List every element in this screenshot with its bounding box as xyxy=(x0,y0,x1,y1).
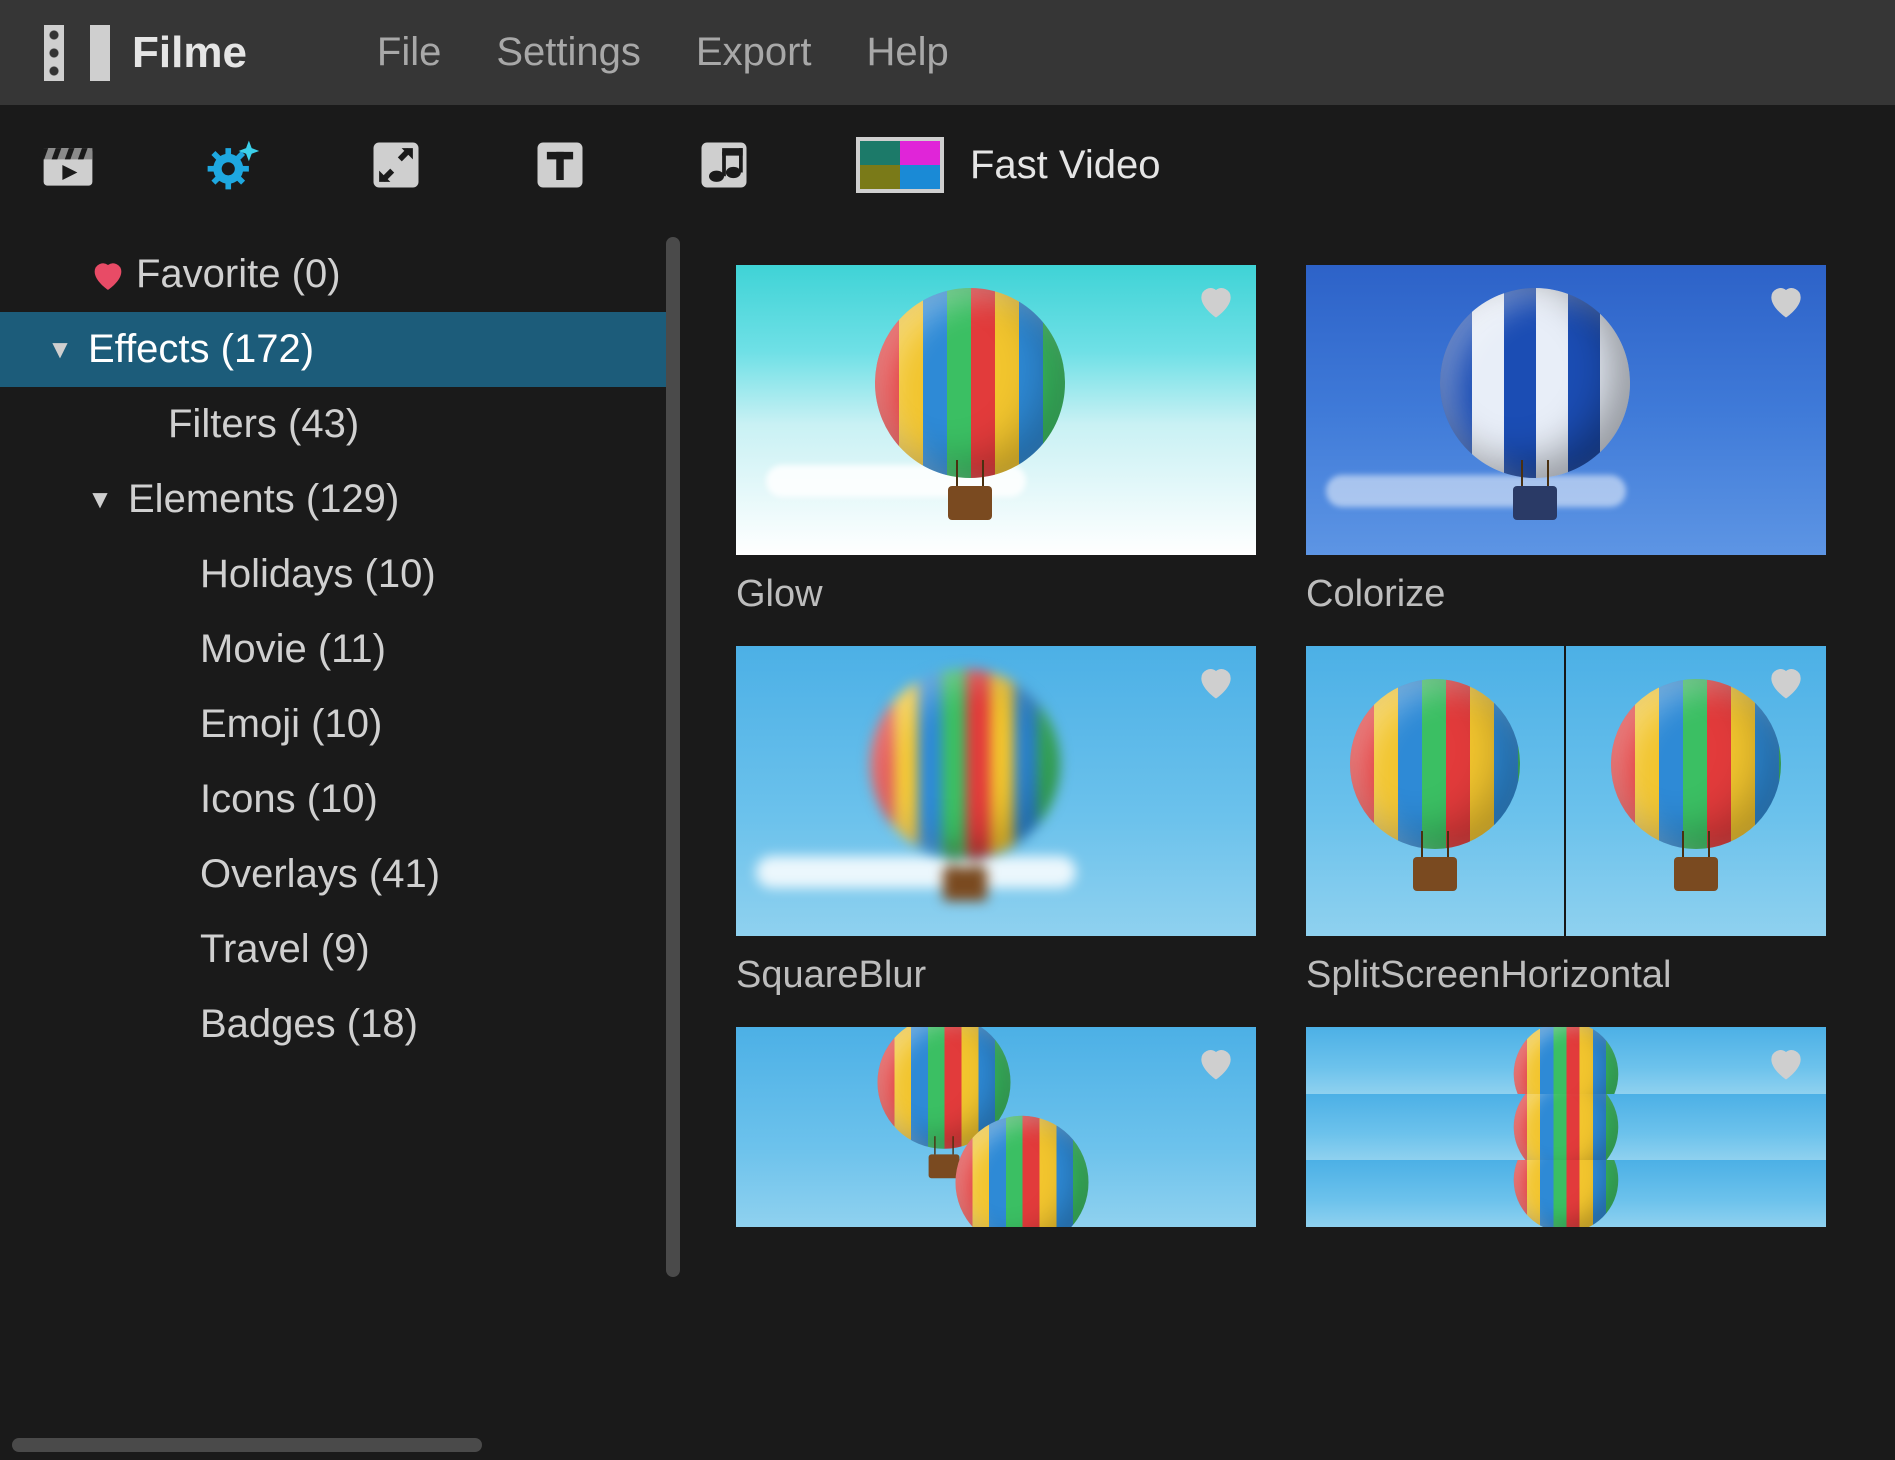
effect-card-partial-1[interactable] xyxy=(736,1027,1256,1227)
chevron-down-icon: ▼ xyxy=(80,484,120,515)
sidebar-item-movie[interactable]: Movie (11) xyxy=(0,612,680,687)
transitions-button[interactable] xyxy=(364,133,428,197)
sidebar-item-effects[interactable]: ▼ Effects (172) xyxy=(0,312,680,387)
effect-label: SquareBlur xyxy=(736,954,1256,997)
fast-video-button[interactable]: Fast Video xyxy=(856,137,1161,193)
effect-label: Colorize xyxy=(1306,573,1826,616)
text-icon xyxy=(530,135,590,195)
sidebar-item-icons[interactable]: Icons (10) xyxy=(0,762,680,837)
menu-settings[interactable]: Settings xyxy=(496,30,641,75)
menu-export[interactable]: Export xyxy=(696,30,812,75)
sidebar-label: Filters (43) xyxy=(168,402,359,447)
app-name: Filme xyxy=(132,28,247,78)
effects-grid: Glow Colorize xyxy=(680,225,1895,1460)
sidebar-item-overlays[interactable]: Overlays (41) xyxy=(0,837,680,912)
sidebar-item-favorite[interactable]: ▶ Favorite (0) xyxy=(0,237,680,312)
media-library-button[interactable] xyxy=(36,133,100,197)
sidebar-item-filters[interactable]: ▶ Filters (43) xyxy=(0,387,680,462)
diagonal-arrows-icon xyxy=(366,135,426,195)
sidebar: ▶ Favorite (0) ▼ Effects (172) ▶ Filters… xyxy=(0,225,680,1460)
effect-card-splitscreenhorizontal[interactable]: SplitScreenHorizontal xyxy=(1306,646,1826,997)
music-note-icon xyxy=(694,135,754,195)
effect-label: Glow xyxy=(736,573,1256,616)
sidebar-item-travel[interactable]: Travel (9) xyxy=(0,912,680,987)
sidebar-label: Elements (129) xyxy=(128,477,399,522)
menu-bar: Filme File Settings Export Help xyxy=(0,0,1895,105)
sparkle-gear-icon xyxy=(202,135,262,195)
effects-button[interactable] xyxy=(200,133,264,197)
effect-thumbnail xyxy=(736,1027,1256,1227)
app-logo: Filme xyxy=(44,25,247,81)
effect-card-colorize[interactable]: Colorize xyxy=(1306,265,1826,616)
effect-thumbnail xyxy=(1306,646,1826,936)
menu-items: File Settings Export Help xyxy=(377,30,949,75)
favorite-toggle[interactable] xyxy=(1764,660,1808,709)
heart-icon xyxy=(88,253,128,297)
sidebar-label: Travel (9) xyxy=(200,927,370,972)
sidebar-label: Icons (10) xyxy=(200,777,378,822)
sidebar-label: Badges (18) xyxy=(200,1002,418,1047)
sidebar-item-badges[interactable]: Badges (18) xyxy=(0,987,680,1062)
effect-card-partial-2[interactable] xyxy=(1306,1027,1826,1227)
favorite-toggle[interactable] xyxy=(1194,279,1238,328)
favorite-toggle[interactable] xyxy=(1194,660,1238,709)
fast-video-label: Fast Video xyxy=(970,143,1161,188)
fast-video-icon xyxy=(856,137,944,193)
sidebar-label: Overlays (41) xyxy=(200,852,440,897)
favorite-toggle[interactable] xyxy=(1764,1041,1808,1090)
effect-card-squareblur[interactable]: SquareBlur xyxy=(736,646,1256,997)
favorite-toggle[interactable] xyxy=(1764,279,1808,328)
sidebar-label: Emoji (10) xyxy=(200,702,382,747)
text-button[interactable] xyxy=(528,133,592,197)
effect-card-glow[interactable]: Glow xyxy=(736,265,1256,616)
toolbar: Fast Video xyxy=(0,105,1895,225)
sidebar-item-holidays[interactable]: Holidays (10) xyxy=(0,537,680,612)
sidebar-label: Favorite (0) xyxy=(136,252,341,297)
favorite-toggle[interactable] xyxy=(1194,1041,1238,1090)
effect-thumbnail xyxy=(736,646,1256,936)
effect-thumbnail xyxy=(736,265,1256,555)
effect-label: SplitScreenHorizontal xyxy=(1306,954,1826,997)
sidebar-label: Effects (172) xyxy=(88,327,314,372)
menu-file[interactable]: File xyxy=(377,30,441,75)
effect-thumbnail xyxy=(1306,265,1826,555)
chevron-down-icon: ▼ xyxy=(40,334,80,365)
clapper-play-icon xyxy=(38,135,98,195)
sidebar-scrollbar-vertical[interactable] xyxy=(666,237,680,1277)
sidebar-scrollbar-horizontal[interactable] xyxy=(12,1438,482,1452)
effect-thumbnail xyxy=(1306,1027,1826,1227)
menu-help[interactable]: Help xyxy=(867,30,949,75)
audio-button[interactable] xyxy=(692,133,756,197)
sidebar-label: Movie (11) xyxy=(200,627,386,672)
sidebar-item-elements[interactable]: ▼ Elements (129) xyxy=(0,462,680,537)
sidebar-label: Holidays (10) xyxy=(200,552,436,597)
sidebar-item-emoji[interactable]: Emoji (10) xyxy=(0,687,680,762)
film-strip-icon xyxy=(44,25,110,81)
